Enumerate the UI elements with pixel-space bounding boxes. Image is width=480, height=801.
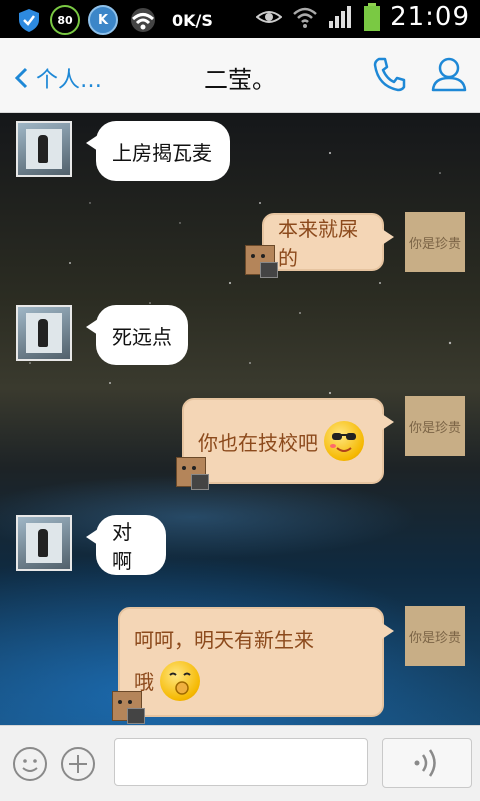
message-text: 死远点 — [112, 324, 172, 349]
message-bubble-outgoing[interactable]: 你也在技校吧 — [182, 398, 394, 484]
page-title: 二莹。 — [204, 66, 276, 94]
message-text: 呵呵，明天有新生来 — [134, 627, 314, 652]
phone-icon[interactable] — [372, 56, 406, 92]
message-bubble-incoming[interactable]: 死远点 — [86, 305, 188, 365]
emoji-button-icon[interactable] — [12, 746, 48, 782]
message-bubble-incoming[interactable]: 对啊 — [86, 515, 166, 575]
self-avatar[interactable]: 你是珍贵 — [405, 212, 465, 272]
yummy-face-emoji-icon — [160, 660, 200, 701]
message-text: 本来就屎的 — [278, 217, 358, 270]
message-bubble-incoming[interactable]: 上房揭瓦麦 — [86, 121, 230, 181]
chat-header: 个人… 二莹。 — [0, 38, 480, 113]
message-text: 对啊 — [112, 520, 132, 573]
network-speed: 0K/S — [172, 10, 213, 30]
self-avatar[interactable]: 你是珍贵 — [405, 606, 465, 666]
message-input[interactable] — [114, 738, 368, 786]
chat-background: 上房揭瓦麦 你是珍贵 本来就屎的 死远点 你是珍贵 你也在技校吧 对啊 你是珍贵… — [0, 113, 480, 725]
message-text: 上房揭瓦麦 — [112, 140, 212, 165]
message-bubble-outgoing[interactable]: 呵呵，明天有新生来 哦 — [118, 607, 394, 717]
contact-avatar[interactable] — [16, 121, 72, 177]
message-bubble-outgoing[interactable]: 本来就屎的 — [262, 213, 394, 271]
self-avatar-text: 你是珍贵 — [408, 630, 461, 646]
contact-avatar[interactable] — [16, 305, 72, 361]
status-bar: 80 K 0K/S 21:09 — [0, 0, 480, 38]
message-text: 你也在技校吧 — [198, 430, 318, 455]
wifi-signal-icon — [293, 7, 317, 28]
clock: 21:09 — [390, 2, 470, 32]
bubble-mascot-decoration — [176, 457, 209, 490]
contact-avatar[interactable] — [16, 515, 72, 571]
bubble-mascot-decoration — [112, 691, 145, 724]
eye-icon — [256, 11, 283, 23]
self-avatar-text: 你是珍贵 — [408, 420, 461, 436]
battery-saver-icon: 80 — [50, 5, 80, 35]
shield-check-icon — [19, 9, 39, 32]
add-attachment-icon[interactable] — [60, 746, 96, 782]
composer-bar — [0, 725, 480, 801]
cell-signal-icon — [329, 6, 352, 28]
k-app-icon: K — [88, 5, 118, 35]
cool-face-emoji-icon — [324, 421, 364, 461]
self-avatar[interactable]: 你是珍贵 — [405, 396, 465, 456]
user-profile-icon[interactable] — [430, 56, 468, 92]
battery-icon — [364, 3, 381, 31]
self-avatar-text: 你是珍贵 — [408, 236, 461, 252]
bubble-mascot-decoration — [245, 245, 278, 278]
wifi-icon — [131, 8, 155, 32]
voice-button[interactable] — [382, 738, 472, 788]
voice-wave-icon — [414, 749, 436, 777]
